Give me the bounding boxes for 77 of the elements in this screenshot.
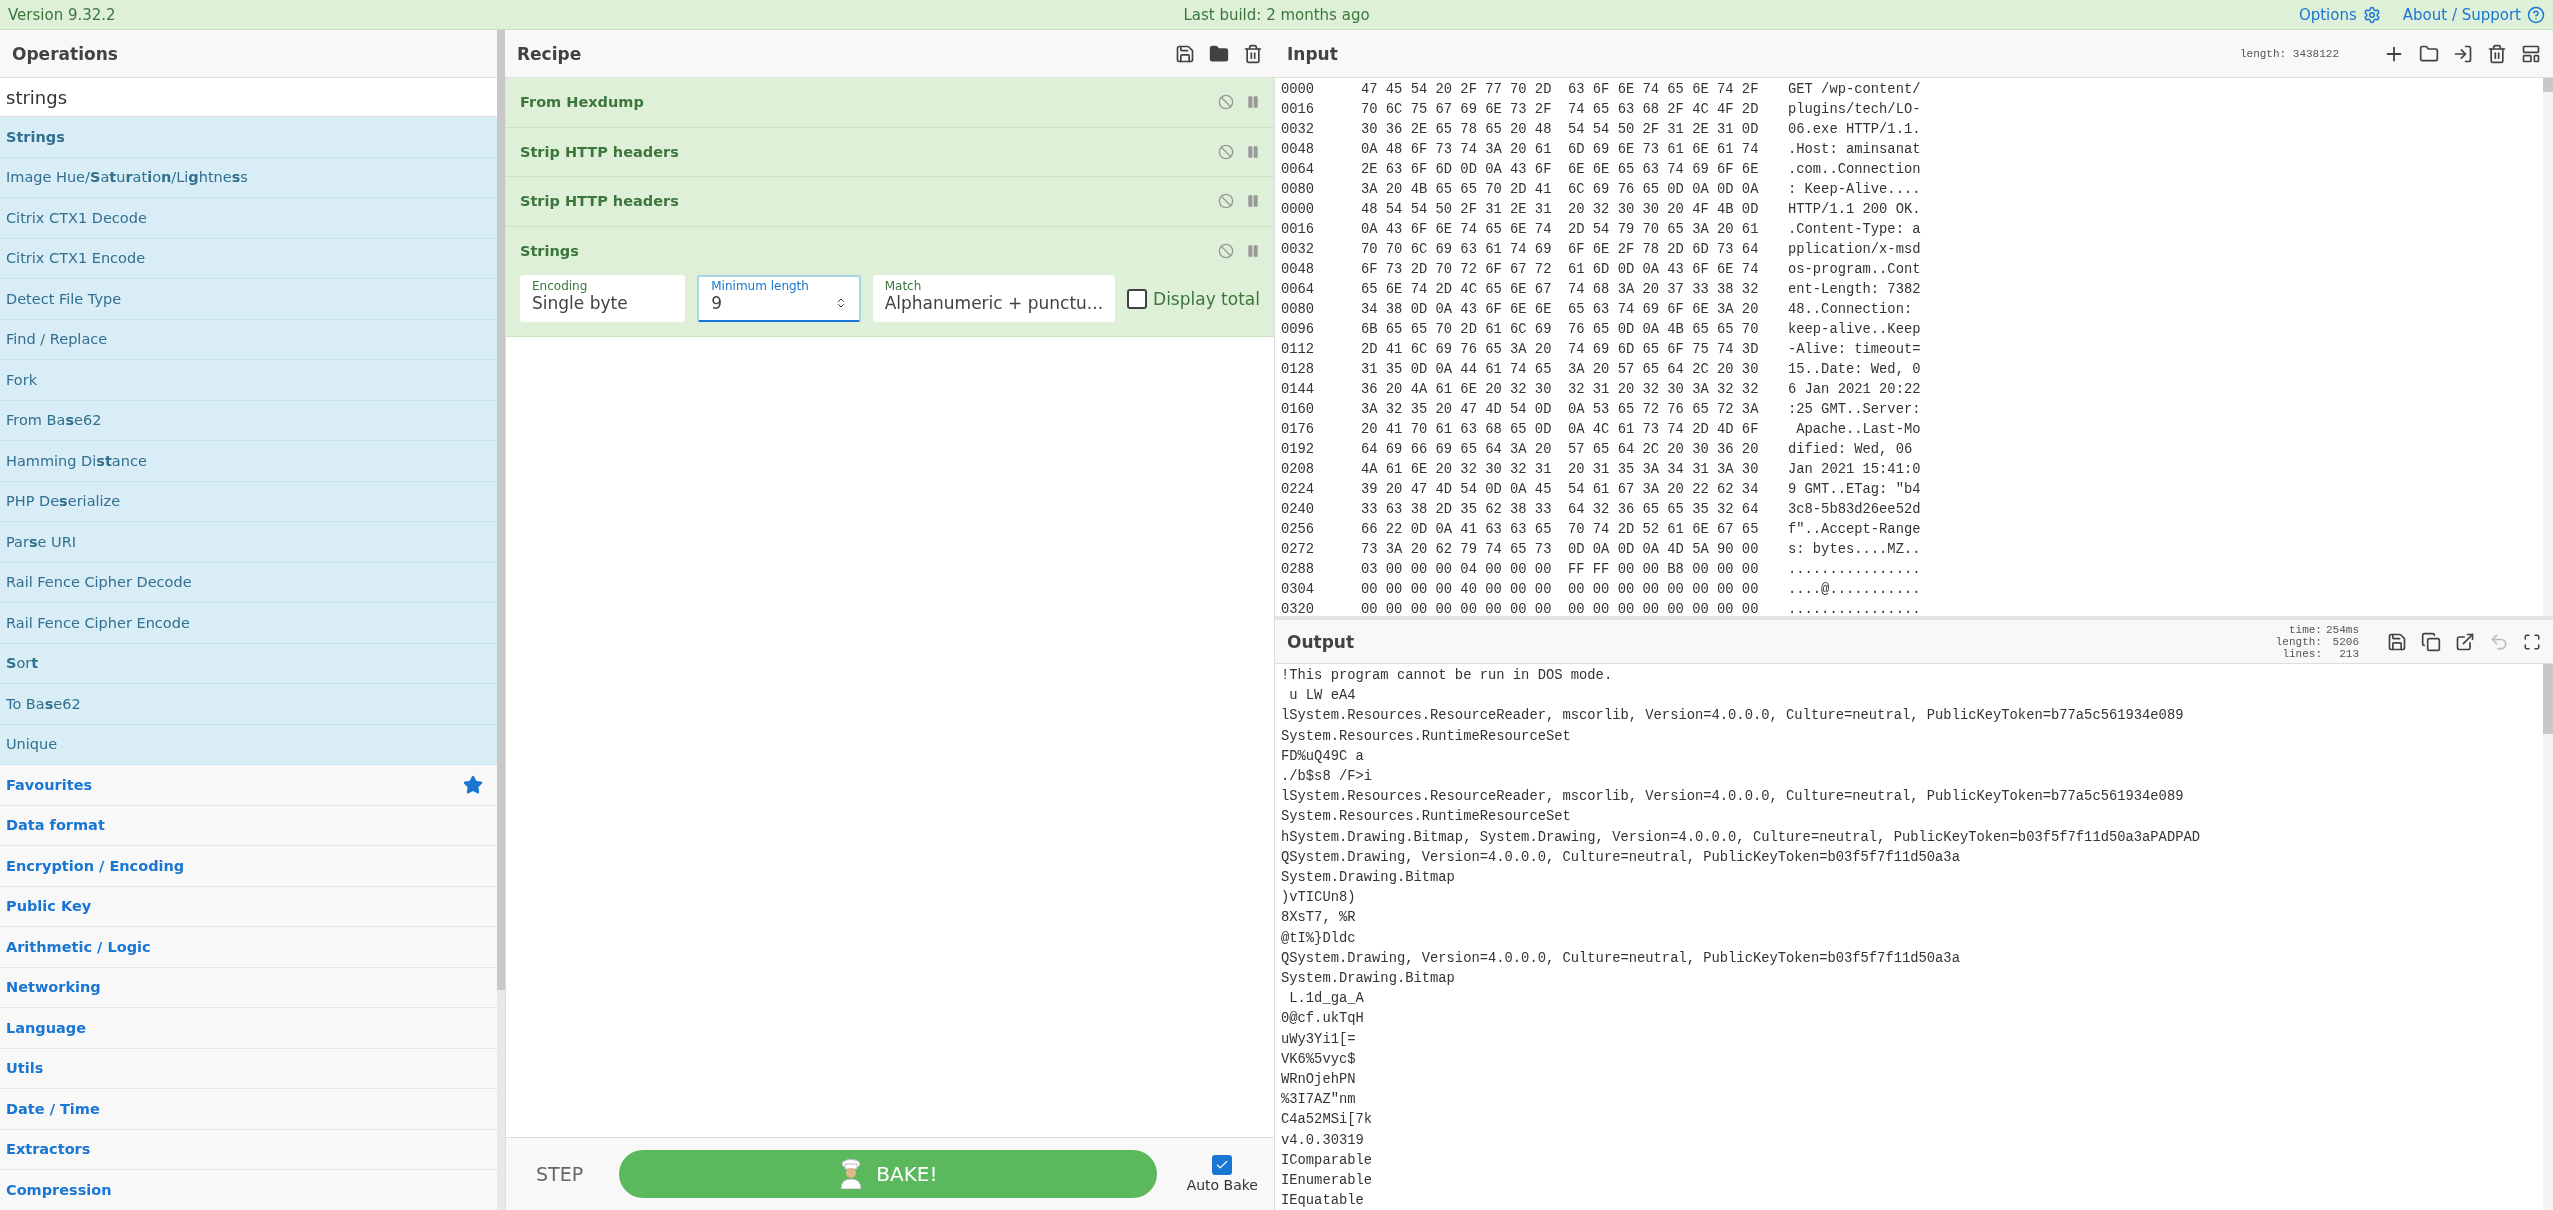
copy-icon[interactable] [2421,631,2441,652]
category-item[interactable]: Extractors [0,1129,497,1170]
top-link[interactable]: Options [2298,5,2381,24]
delete-icon[interactable] [2487,43,2507,64]
field-value: 9 [711,293,723,313]
field-label: Encoding [532,279,589,293]
step-button[interactable]: STEP [530,1157,590,1191]
recipe-step[interactable]: Strings Encoding Single byte Minimum length 9 Match Alphanumeric + punctu... Display total [506,226,1274,337]
operation-item[interactable]: To Base62 [0,684,497,725]
operation-item[interactable]: Citrix CTX1 Decode [0,198,497,239]
operation-item[interactable]: Rail Fence Cipher Encode [0,603,497,644]
save-icon[interactable] [1175,43,1195,64]
field-label: Minimum length [711,279,810,293]
length-text: length: 3438122 [2239,47,2339,60]
output-text[interactable]: !This program cannot be run in DOS mode. u LW eA4 lSystem.Resources.ResourceReader, mscorlib, Version=4.0.0.0, Culture=neutral, PublicKeyToken=b77a5c561934e089 System.Resources.RuntimeResourceSet FD%uQ49C a ./b$s8 /F>i lSystem.Resources.ResourceReader, mscorlib, Version=4.0.0.0, Culture=neutral, PublicKeyToken=b77a5c561934e089 System.Resources.RuntimeResourceSet hSystem.Drawing.Bitmap, System.Drawing, Version=4.0.0.0, Culture=neutral, PublicKeyToken=b03f5f7f11d50a3aPADPAD QSystem.Drawing, Version=4.0.0.0, Culture=neutral, PublicKeyToken=b03f5f7f11d50a3a System.Drawing.Bitmap )vTICUn8) 8XsT7, %R @tI%}Dldc QSystem.Drawing, Version=4.0.0.0, Culture=neutral, PublicKeyToken=b03f5f7f11d50a3a System.Drawing.Bitmap L.1d_ga_A 0@cf.ukTqH uWy3Yi1[= VK6%5vyc$ WRnOjehPN %3I7AZ"nm C4a52MSi[7k v4.0.30319 IComparable IEnumerable IEquatable [1275,664,2543,1210]
category-item[interactable]: Utils [0,1048,497,1089]
build-text: Last build: 2 months ago [1182,5,1371,24]
checkbox-label: Display total [1153,288,1260,309]
help-icon [2527,5,2545,24]
step-name: Strings [520,242,580,259]
category-item[interactable]: Compression [0,1170,497,1210]
panel-title: Recipe [517,43,583,64]
field-value: Alphanumeric + punctu... [884,293,1104,313]
category-item[interactable]: Language [0,1008,497,1049]
scrollbar[interactable] [2543,664,2553,734]
operation-item[interactable]: Sort [0,643,497,684]
import-icon[interactable] [2453,43,2473,64]
delete-icon[interactable] [1243,43,1263,64]
folder-icon[interactable] [2419,43,2439,64]
operation-item[interactable]: Citrix CTX1 Encode [0,238,497,279]
step-name: Strip HTTP headers [520,193,680,210]
output-stats: time: 254ms length: 5206 lines: 213 [2275,623,2359,660]
operation-item[interactable]: Fork [0,360,497,401]
panel-title: Operations [12,43,119,64]
settings-icon [2362,5,2381,24]
replace-input-icon[interactable] [2455,631,2475,652]
scrollbar[interactable] [2543,78,2553,92]
category-item[interactable]: Favourites [0,765,497,806]
operation-item[interactable]: Rail Fence Cipher Decode [0,562,497,603]
category-item[interactable]: Networking [0,967,497,1008]
panel-title: Input [1287,43,1339,64]
operation-item[interactable]: Strings [0,117,497,158]
checkbox-label: Auto Bake [1186,1177,1258,1193]
checkbox[interactable] [1212,1155,1233,1175]
chef-icon [838,1159,865,1189]
maximize-icon[interactable] [2523,632,2541,651]
category-item[interactable]: Arithmetic / Logic [0,927,497,968]
check-icon [1215,1158,1230,1172]
category-item[interactable]: Encryption / Encoding [0,846,497,887]
operation-item[interactable]: Parse URI [0,522,497,563]
checkbox[interactable] [1127,288,1148,309]
layout-icon[interactable] [2521,43,2541,64]
number-field[interactable]: Minimum length 9 [697,275,861,322]
dropdown-field[interactable]: Encoding Single byte [520,275,686,322]
operation-item[interactable]: Detect File Type [0,279,497,320]
step-name: From Hexdump [520,94,645,111]
operation-item[interactable]: PHP Deserialize [0,481,497,522]
operation-item[interactable]: Find / Replace [0,319,497,360]
field-value: Single byte [532,293,628,313]
category-item[interactable]: Date / Time [0,1089,497,1130]
step-name: Strip HTTP headers [520,143,680,160]
save-icon[interactable] [2387,631,2407,652]
bake-button[interactable]: BAKE! [619,1150,1157,1198]
operation-item[interactable]: Image Hue/Saturation/Lightness [0,157,497,198]
scrollbar[interactable] [497,30,505,990]
hexdump-text[interactable]: 0000 47 45 54 20 2F 77 70 2D 63 6F 6E 74 65 6E 74 2F GET /wp-content/ 0016 70 6C 75 67 69 6E 73 2F 74 65 63 68 2F 4C 4F 2D plugins/tech/LO- 0032 30 36 2E 65 78 65 20 48 54 54 50 2F 31 2E 31 0D 06.exe HTTP/1.1. 0048 0A 48 6F 73 74 3A 20 61 6D 69 6E 73 61 6E 61 74 .Host: aminsanat 0064 2E 63 6F 6D 0D 0A 43 6F 6E 6E 65 63 74 69 6F 6E .com..Connection 0080 3A 20 4B 65 65 70 2D 41 6C 69 76 65 0D 0A 0D 0A : Keep-Alive.... 0000 48 54 54 50 2F 31 2E 31 20 32 30 30 20 4F 4B 0D HTTP/1.1 200 OK. 0016 0A 43 6F 6E 74 65 6E 74 2D 54 79 70 65 3A 20 61 .Content-Type: a 0032 70 70 6C 69 63 61 74 69 6F 6E 2F 78 2D 6D 73 64 pplication/x-msd 0048 6F 73 2D 70 72 6F 67 72 61 6D 0D 0A 43 6F 6E 74 os-program..Cont 0064 65 6E 74 2D 4C 65 6E 67 74 68 3A 20 37 33 38 32 ent-Length: 7382 0080 34 38 0D 0A 43 6F 6E 6E 65 63 74 69 6F 6E 3A 20 48..Connection: 0096 6B 65 65 70 2D 61 6C 69 76 65 0D 0A 4B 65 65 70 keep-alive..Keep 0112 2D 41 6C 69 76 65 3A 20 74 69 6D 65 6F 75 74 3D -Alive: timeout= 0128 31 35 0D 0A 44 61 74 65 3A 20 57 65 64 2C 20 30 15..Date: Wed, 0 0144 36 20 4A 61 6E 20 32 30 32 31 20 32 30 3A 32 32 6 Jan 2021 20:22 0160 3A 32 35 20 47 4D 54 0D 0A 53 65 72 76 65 72 3A :25 GMT..Server: 0176 20 41 70 61 63 68 65 0D 0A 4C 61 73 74 2D 4D 6F Apache..Last-Mo 0192 64 69 66 69 65 64 3A 20 57 65 64 2C 20 30 36 20 dified: Wed, 06 0208 4A 61 6E 20 32 30 32 31 20 31 35 3A 34 31 3A 30 Jan 2021 15:41:0 0224 39 20 47 4D 54 0D 0A 45 54 61 67 3A 20 22 62 34 9 GMT..ETag: "b4 0240 33 63 38 2D 35 62 38 33 64 32 36 65 65 35 32 64 3c8-5b83d26ee52d 0256 66 22 0D 0A 41 63 63 65 70 74 2D 52 61 6E 67 65 f"..Accept-Range 0272 73 3A 20 62 79 74 65 73 0D 0A 0D 0A 4D 5A 90 00 s: bytes....MZ.. 0288 03 00 00 00 04 00 00 00 FF FF 00 00 B8 00 00 00 ................ 0304 00 00 00 00 40 00 00 00 00 00 00 00 00 00 00 00 ....@........... 0320 00 00 00 00 00 00 00 00 00 00 00 00 00 00 00 00 ................ [1275,78,2543,616]
operation-item[interactable]: From Base62 [0,400,497,441]
field-label: Match [884,279,923,293]
version-text: Version 9.32.2 [8,5,117,24]
top-link[interactable]: About / Support [2402,5,2545,24]
panel-title: Output [1287,631,1356,652]
category-item[interactable]: Public Key [0,886,497,927]
category-item[interactable]: Data format [0,805,497,846]
operation-item[interactable]: Hamming Distance [0,441,497,482]
dropdown-field[interactable]: Match Alphanumeric + punctu... [872,275,1116,322]
folder-icon[interactable] [1209,43,1229,64]
operation-item[interactable]: Unique [0,724,497,765]
